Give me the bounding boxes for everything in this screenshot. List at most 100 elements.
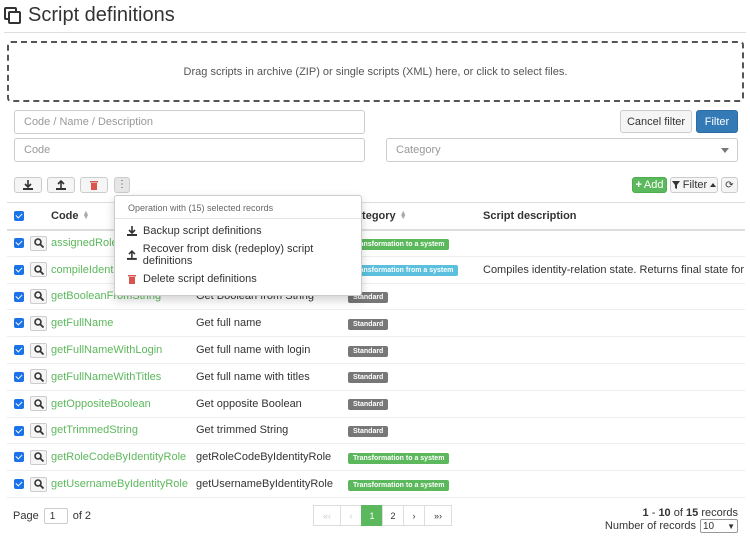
column-header-description: Script description [483,202,745,231]
code-filter-input[interactable]: Code [14,138,365,162]
category-badge: Standard [348,425,389,437]
column-header-category[interactable]: Category ▲ ▼ [348,202,483,231]
more-actions-button[interactable]: ⋮ [114,177,130,193]
script-code-link[interactable]: getFullNameWithTitles [51,371,161,383]
category-filter-select[interactable]: Category [386,138,738,162]
table-row[interactable]: getFullNameWithLogin Get full name with l… [7,336,745,364]
chevron-down-icon: ▼ [727,521,735,531]
table-row[interactable]: getOppositeBoolean Get opposite Boolean St… [7,390,745,418]
magnifier-icon [33,264,44,275]
script-code-link[interactable]: getRoleCodeByIdentityRole [51,451,186,463]
text-filter-placeholder: Code / Name / Description [24,116,153,128]
detail-button[interactable] [30,476,47,492]
download-icon [23,180,33,190]
magnifier-icon [33,291,44,302]
row-checkbox[interactable] [14,425,24,436]
row-checkbox[interactable] [14,345,24,356]
backup-label: Backup script definitions [143,225,262,237]
refresh-button[interactable]: ⟳ [721,177,738,193]
page-label: Page [13,510,39,522]
script-code-link[interactable]: assignedRoles [51,237,123,249]
page-indicator: Page 1 of 2 [13,508,91,524]
script-code-link[interactable]: getOppositeBoolean [51,398,151,410]
trash-icon [128,275,136,284]
filter-toggle-button[interactable]: Filter [670,177,718,193]
detail-button[interactable] [30,235,47,251]
table-row[interactable]: getTrimmedString Get trimmed String Standa… [7,417,745,445]
script-name: Get full name with login [196,344,311,357]
last-page-button[interactable]: »› [424,505,452,526]
filter-button[interactable]: Filter [696,110,738,133]
download-button[interactable] [14,177,42,193]
row-checkbox[interactable] [14,371,24,382]
add-button[interactable]: + Add [632,177,667,193]
category-badge: Transformation to a system [348,479,450,491]
detail-button[interactable] [30,288,47,304]
delete-button[interactable] [80,177,108,193]
category-badge: Transformation to a system [348,452,450,464]
backup-menu-item[interactable]: Backup script definitions [115,219,361,243]
row-checkbox[interactable] [14,238,24,249]
page-2-button[interactable]: 2 [382,505,404,526]
records-per-page-label: Number of records [604,520,696,532]
category-badge: Standard [348,399,389,411]
records-summary: 1 - 10 of 15 records [642,507,738,519]
magnifier-icon [33,452,44,463]
pagination: «‹ ‹ 1 2 › »› [313,505,452,526]
select-all-checkbox[interactable] [14,210,24,221]
cancel-filter-button[interactable]: Cancel filter [620,110,692,133]
upload-button[interactable] [47,177,75,193]
table-row[interactable]: getFullName Get full name Standard [7,309,745,338]
refresh-icon: ⟳ [725,179,734,191]
delete-menu-item[interactable]: Delete script definitions [115,267,361,291]
table-row[interactable]: getUsernameByIdentityRole getUsernameById… [7,470,745,498]
magnifier-icon [33,479,44,490]
row-checkbox[interactable] [14,264,24,275]
header-divider [4,32,746,33]
file-dropzone[interactable]: Drag scripts in archive (ZIP) or single … [7,41,744,102]
category-badge: Transformation from a system [348,265,459,277]
page-header: Script definitions [4,4,175,27]
detail-button[interactable] [30,449,47,465]
row-checkbox[interactable] [14,318,24,329]
magnifier-icon [33,372,44,382]
recover-menu-item[interactable]: Recover from disk (redeploy) script defi… [115,243,361,267]
detail-button[interactable] [30,422,47,438]
detail-button[interactable] [30,315,47,331]
row-checkbox[interactable] [14,452,24,463]
magnifier-icon [33,345,44,356]
script-code-link[interactable]: getUsernameByIdentityRole [51,478,188,490]
page-1-button[interactable]: 1 [361,505,383,526]
records-per-page: Number of records 10 ▼ [605,519,738,533]
row-checkbox[interactable] [14,479,24,490]
row-checkbox[interactable] [14,398,24,409]
table-row[interactable]: getFullNameWithTitles Get full name with … [7,363,745,391]
script-code-link[interactable]: getFullNameWithLogin [51,344,162,356]
delete-label: Delete script definitions [143,273,257,285]
filter-toggle-label: Filter [682,179,708,191]
table-row[interactable]: getRoleCodeByIdentityRole getRoleCodeById… [7,443,745,472]
script-code-link[interactable]: getTrimmedString [51,424,138,436]
sort-icon: ▲ ▼ [399,209,407,221]
select-all-cell [7,202,30,231]
text-filter-input[interactable]: Code / Name / Description [14,110,365,134]
detail-button[interactable] [30,369,47,385]
first-page-button[interactable]: «‹ [313,505,341,526]
bulk-actions-dropdown: Operation with (15) selected records Bac… [114,195,362,296]
trash-icon [90,181,98,190]
magnifier-icon [33,425,44,436]
upload-icon [127,250,137,260]
page-number-input[interactable]: 1 [43,508,68,524]
detail-button[interactable] [30,396,47,412]
next-page-button[interactable]: › [403,505,425,526]
script-name: Get full name with titles [196,370,310,383]
category-badge: Standard [348,345,389,357]
records-per-page-select[interactable]: 10 ▼ [700,519,738,533]
sort-icon: ▲ ▼ [82,209,90,221]
detail-button[interactable] [30,342,47,358]
script-code-link[interactable]: getFullName [51,317,113,329]
detail-button[interactable] [30,262,47,278]
category-badge: Standard [348,372,389,384]
prev-page-button[interactable]: ‹ [340,505,362,526]
row-checkbox[interactable] [14,291,24,302]
